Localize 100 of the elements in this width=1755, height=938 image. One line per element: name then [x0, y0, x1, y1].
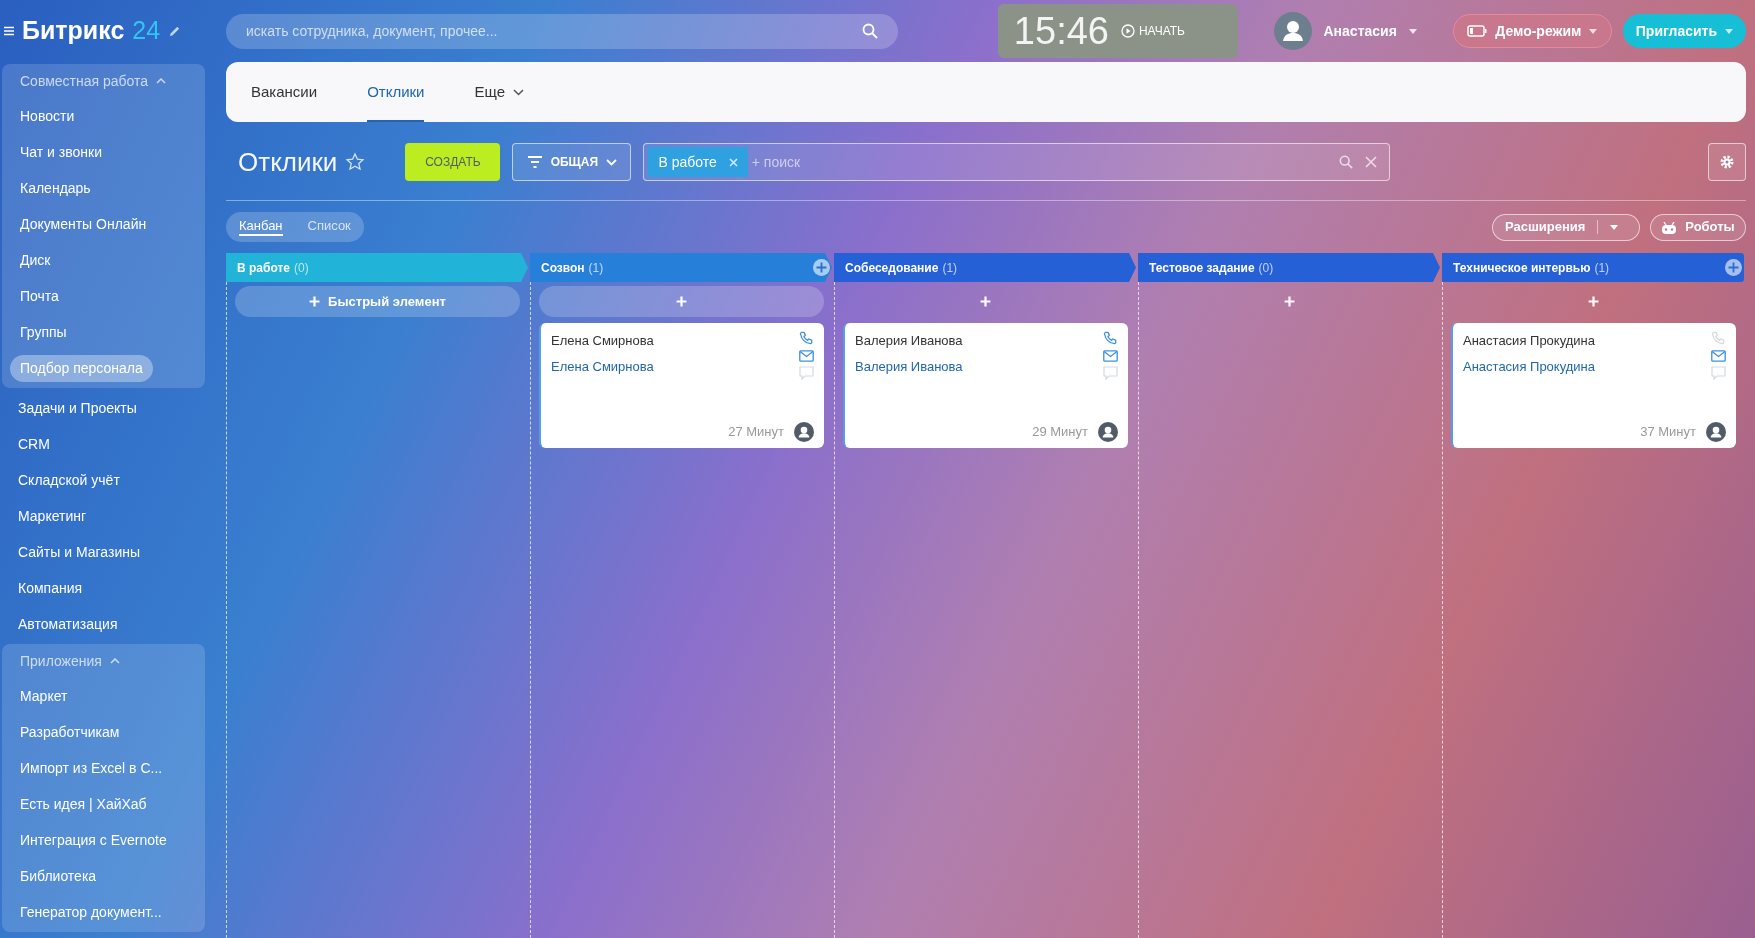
star-icon[interactable]	[345, 152, 366, 172]
sidebar-item[interactable]: Библиотека	[10, 862, 107, 890]
add-icon[interactable]	[1725, 259, 1742, 276]
filter-preset-button[interactable]: ОБЩАЯ	[512, 143, 632, 181]
sidebar-item[interactable]: Есть идея | ХайХаб	[10, 790, 157, 818]
sidebar-item[interactable]: Интеграция с Evernote	[10, 826, 177, 854]
filter-search-field[interactable]: В работе + поиск	[643, 143, 1391, 181]
column-count: (1)	[942, 259, 958, 277]
column-title: Тестовое задание	[1149, 259, 1255, 277]
phone-icon[interactable]	[799, 331, 814, 346]
settings-button[interactable]	[1708, 143, 1746, 181]
plus-icon	[980, 296, 991, 307]
sidebar-section-title[interactable]: Совместная работа	[20, 70, 149, 92]
settings-icon[interactable]	[1719, 154, 1735, 170]
caret-icon[interactable]	[1610, 224, 1619, 230]
sidebar-item[interactable]: Генератор документ...	[10, 898, 172, 926]
sidebar-item[interactable]: Календарь	[10, 174, 101, 202]
search-icon[interactable]	[861, 23, 878, 39]
page-title: Отклики	[238, 145, 338, 179]
logo[interactable]: Битрикс 24	[22, 12, 161, 50]
plus-icon	[1588, 296, 1599, 307]
caret-icon[interactable]	[1589, 28, 1598, 34]
sidebar-item[interactable]: Новости	[10, 102, 85, 130]
column-title: В работе	[237, 259, 290, 277]
sidebar-item[interactable]: Импорт из Excel в С...	[10, 754, 173, 782]
mail-icon[interactable]	[1711, 350, 1726, 362]
plus-icon	[309, 296, 321, 307]
clock-time: 15:46	[1013, 8, 1109, 54]
battery-icon	[1467, 25, 1488, 37]
quick-add-button[interactable]: Быстрый элемент	[235, 286, 520, 317]
avatar-icon[interactable]	[794, 422, 814, 442]
sidebar-item[interactable]: Компания	[8, 574, 93, 602]
phone-icon[interactable]	[1103, 331, 1118, 346]
sidebar-item[interactable]: Чат и звонки	[10, 138, 112, 166]
column-title: Созвон	[541, 259, 585, 277]
chevron-up-icon[interactable]	[156, 78, 167, 84]
start-label[interactable]: НАЧАТЬ	[1138, 22, 1185, 40]
column-count: (0)	[294, 259, 309, 277]
add-icon[interactable]	[813, 259, 830, 276]
mail-icon[interactable]	[1103, 350, 1118, 362]
sidebar-item[interactable]: Группы	[10, 318, 77, 346]
menu-icon[interactable]	[4, 26, 14, 36]
mail-icon[interactable]	[799, 350, 814, 362]
sidebar-item[interactable]: Документы Онлайн	[10, 210, 157, 238]
column-title: Собеседование	[845, 259, 939, 277]
plus-icon	[676, 296, 687, 307]
kanban-card[interactable]: Анастасия Прокудина Анастасия Прокудина 37 Минут	[1451, 323, 1736, 448]
chevron-up-icon[interactable]	[109, 658, 120, 664]
sidebar-item[interactable]: Сайты и Магазины	[8, 538, 150, 566]
sidebar-item[interactable]: Разработчикам	[10, 718, 130, 746]
demo-mode-button[interactable]: Демо-режим	[1452, 14, 1612, 48]
column-count: (1)	[1594, 259, 1610, 277]
card-title[interactable]: Елена Смирнова	[551, 331, 654, 351]
clear-icon[interactable]	[1365, 156, 1378, 168]
pencil-icon[interactable]	[168, 24, 182, 38]
card-title[interactable]: Валерия Иванова	[855, 331, 963, 351]
sidebar-item[interactable]: Задачи и Проекты	[8, 394, 147, 422]
sidebar-section-title[interactable]: Приложения	[20, 650, 102, 672]
search-field[interactable]: искать сотрудника, документ, прочее...	[226, 13, 898, 49]
sidebar-item[interactable]: CRM	[8, 430, 60, 458]
sidebar-item[interactable]: Складской учёт	[8, 466, 130, 494]
sidebar-item[interactable]: Подбор персонала	[10, 354, 153, 382]
sidebar-item[interactable]: Диск	[10, 246, 61, 274]
avatar-icon[interactable]	[1706, 422, 1726, 442]
sidebar-item[interactable]: Маркет	[10, 682, 78, 710]
card-time: 27 Минут	[728, 423, 784, 442]
column-count: (1)	[588, 259, 604, 277]
avatar-icon[interactable]	[1273, 12, 1312, 50]
column-count: (0)	[1258, 259, 1274, 277]
extensions-button[interactable]: Расширения	[1492, 213, 1640, 241]
create-button[interactable]: СОЗДАТЬ	[405, 143, 501, 181]
search-icon[interactable]	[1339, 155, 1354, 169]
caret-icon[interactable]	[1408, 28, 1417, 34]
contact-link[interactable]: Анастасия Прокудина	[1463, 356, 1595, 376]
view-tab[interactable]: Список	[307, 218, 351, 236]
time-widget[interactable]: 15:46 НАЧАТЬ	[997, 4, 1238, 58]
card-time: 29 Минут	[1032, 423, 1088, 442]
caret-icon[interactable]	[1725, 28, 1734, 34]
chevron-down-icon[interactable]	[513, 88, 524, 96]
tab[interactable]: Отклики	[367, 62, 425, 122]
sidebar-item[interactable]: Автоматизация	[8, 610, 128, 638]
tab[interactable]: Еще	[474, 62, 524, 122]
contact-link[interactable]: Елена Смирнова	[551, 356, 654, 376]
filter-tag[interactable]: В работе	[648, 147, 748, 177]
sidebar-item[interactable]: Почта	[10, 282, 69, 310]
card-title[interactable]: Анастасия Прокудина	[1463, 331, 1595, 351]
plus-icon	[1284, 296, 1295, 307]
robots-button[interactable]: Роботы	[1650, 213, 1746, 241]
user-name[interactable]: Анастасия	[1323, 20, 1397, 42]
sidebar-item[interactable]: Маркетинг	[8, 502, 97, 530]
kanban-card[interactable]: Елена Смирнова Елена Смирнова 27 Минут	[539, 323, 824, 448]
remove-icon[interactable]	[728, 157, 738, 167]
view-tab[interactable]: Канбан	[239, 218, 283, 236]
avatar-icon[interactable]	[1098, 422, 1118, 442]
tab[interactable]: Вакансии	[251, 62, 318, 122]
kanban-card[interactable]: Валерия Иванова Валерия Иванова 29 Минут	[843, 323, 1128, 448]
contact-link[interactable]: Валерия Иванова	[855, 356, 963, 376]
play-icon[interactable]	[1120, 24, 1135, 38]
filter-icon	[526, 156, 543, 168]
invite-button[interactable]: Пригласить	[1622, 14, 1746, 48]
